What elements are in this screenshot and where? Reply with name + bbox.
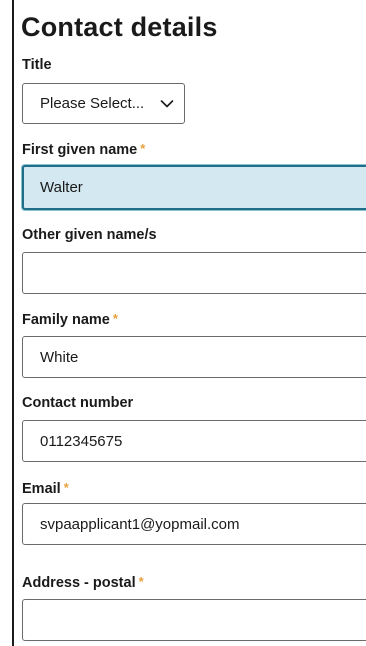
other-given-names-label-text: Other given name/s [22, 227, 157, 243]
address-postal-field[interactable] [22, 599, 366, 641]
email-label: Email * [22, 480, 69, 497]
title-label: Title [22, 57, 52, 73]
address-postal-label-text: Address - postal [22, 575, 136, 591]
email-field[interactable]: svpaapplicant1@yopmail.com [22, 503, 366, 545]
first-given-name-label-text: First given name [22, 142, 138, 158]
email-label-text: Email [22, 481, 61, 497]
title-select[interactable]: Please Select... [22, 83, 185, 124]
page-title: Contact details [21, 12, 218, 42]
family-name-label: Family name * [22, 311, 118, 328]
contact-number-label: Contact number [22, 395, 133, 411]
contact-number-field[interactable]: 0112345675 [22, 420, 366, 462]
required-marker: * [63, 480, 69, 495]
first-given-name-field[interactable]: Walter [22, 165, 366, 210]
title-select-value: Please Select... [40, 95, 145, 112]
contact-number-label-text: Contact number [22, 395, 134, 411]
family-name-label-text: Family name [22, 312, 110, 328]
email-value: svpaapplicant1@yopmail.com [40, 515, 240, 533]
address-postal-label: Address - postal * [22, 574, 144, 591]
family-name-field[interactable]: White [22, 336, 366, 378]
required-marker: * [140, 141, 146, 156]
chevron-down-icon [160, 100, 174, 108]
title-label-text: Title [22, 57, 52, 73]
first-given-name-label: First given name * [22, 141, 145, 158]
other-given-names-label: Other given name/s [22, 227, 157, 243]
required-marker: * [112, 311, 118, 326]
required-marker: * [138, 574, 144, 589]
family-name-value: White [40, 348, 79, 366]
contact-number-value: 0112345675 [40, 432, 123, 450]
first-given-name-value: Walter [40, 179, 83, 196]
other-given-names-field[interactable] [22, 252, 366, 294]
